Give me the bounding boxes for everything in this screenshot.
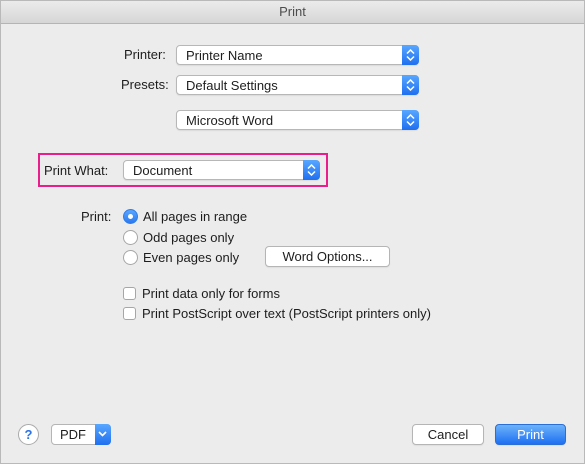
section-value: Microsoft Word xyxy=(186,113,274,128)
printer-popup[interactable]: Printer Name xyxy=(176,45,419,65)
radio-all-pages-label: All pages in range xyxy=(143,209,248,224)
printer-label: Printer: xyxy=(124,47,166,62)
print-postscript-checkbox[interactable] xyxy=(123,307,136,320)
print-what-value: Document xyxy=(133,163,193,178)
print-data-only-checkbox[interactable] xyxy=(123,287,136,300)
radio-odd-pages[interactable] xyxy=(123,230,138,245)
print-label: Print: xyxy=(81,209,112,224)
printer-value: Printer Name xyxy=(186,48,263,63)
print-data-only-label: Print data only for forms xyxy=(142,286,280,301)
up-down-chevron-icon xyxy=(402,75,419,95)
word-options-button[interactable]: Word Options... xyxy=(265,246,390,267)
up-down-chevron-icon xyxy=(402,110,419,130)
presets-popup[interactable]: Default Settings xyxy=(176,75,419,95)
print-button[interactable]: Print xyxy=(495,424,566,445)
print-postscript-label: Print PostScript over text (PostScript p… xyxy=(142,306,431,321)
help-icon[interactable]: ? xyxy=(18,424,39,445)
presets-label: Presets: xyxy=(121,77,169,92)
presets-value: Default Settings xyxy=(186,78,278,93)
print-what-popup[interactable]: Document xyxy=(123,160,320,180)
chevron-down-icon xyxy=(95,424,111,445)
pdf-label: PDF xyxy=(60,427,86,442)
radio-all-pages[interactable] xyxy=(123,209,138,224)
window-title: Print xyxy=(1,1,584,24)
print-what-label: Print What: xyxy=(44,163,109,178)
cancel-button[interactable]: Cancel xyxy=(412,424,484,445)
radio-even-pages[interactable] xyxy=(123,250,138,265)
up-down-chevron-icon xyxy=(402,45,419,65)
section-popup[interactable]: Microsoft Word xyxy=(176,110,419,130)
radio-odd-pages-label: Odd pages only xyxy=(143,230,235,245)
print-dialog: Print Printer: Printer Name Presets: Def… xyxy=(0,0,585,464)
radio-even-pages-label: Even pages only xyxy=(143,250,240,265)
pdf-menu-button[interactable]: PDF xyxy=(51,424,111,445)
up-down-chevron-icon xyxy=(303,160,320,180)
